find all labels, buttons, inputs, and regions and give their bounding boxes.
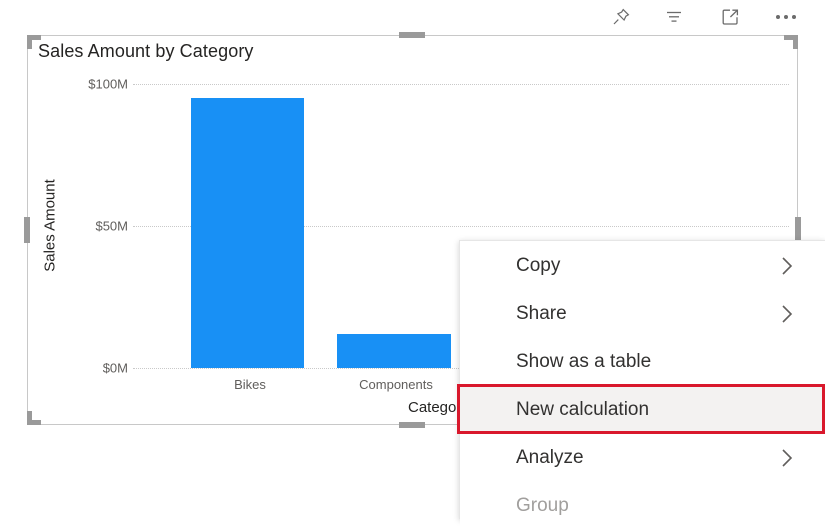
menu-item-label: Share — [516, 303, 567, 324]
y-axis-title: Sales Amount — [41, 179, 59, 272]
more-options-icon[interactable] — [771, 2, 801, 32]
y-axis-tick-0m: $0M — [102, 360, 128, 376]
chevron-right-icon — [779, 445, 795, 471]
menu-item-group: Group — [460, 482, 825, 530]
resize-handle-top-right[interactable] — [784, 35, 798, 49]
x-axis-tick-bikes: Bikes — [234, 377, 266, 392]
context-menu[interactable]: Copy Share Show as a table New calculati… — [459, 240, 825, 530]
y-axis-tick-50m: $50M — [95, 218, 128, 234]
y-axis-tick-100m: $100M — [88, 76, 128, 92]
menu-item-show-as-a-table[interactable]: Show as a table — [460, 338, 825, 386]
menu-item-label: Show as a table — [516, 351, 652, 372]
bar-bikes[interactable] — [191, 98, 304, 368]
resize-handle-bottom-left[interactable] — [27, 411, 41, 425]
resize-handle-top-left[interactable] — [27, 35, 41, 49]
chevron-right-icon — [779, 253, 795, 279]
menu-item-label: Copy — [516, 255, 561, 276]
resize-handle-top[interactable] — [399, 32, 425, 38]
menu-item-new-calculation[interactable]: New calculation — [460, 386, 825, 434]
filter-icon[interactable] — [659, 2, 689, 32]
menu-item-label: Group — [516, 495, 569, 516]
resize-handle-bottom[interactable] — [399, 422, 425, 428]
pin-icon[interactable] — [606, 2, 636, 32]
ellipsis-dots — [776, 15, 796, 19]
menu-item-label: Analyze — [516, 447, 584, 468]
menu-item-copy[interactable]: Copy — [460, 242, 825, 290]
gridline-100m — [133, 84, 789, 85]
visual-header-toolbar — [0, 0, 825, 34]
menu-item-label: New calculation — [516, 399, 650, 420]
menu-item-analyze[interactable]: Analyze — [460, 434, 825, 482]
resize-handle-left[interactable] — [24, 217, 30, 243]
menu-item-share[interactable]: Share — [460, 290, 825, 338]
x-axis-tick-components: Components — [359, 377, 433, 392]
bar-components[interactable] — [337, 334, 451, 368]
focus-mode-icon[interactable] — [715, 2, 745, 32]
chevron-right-icon — [779, 301, 795, 327]
